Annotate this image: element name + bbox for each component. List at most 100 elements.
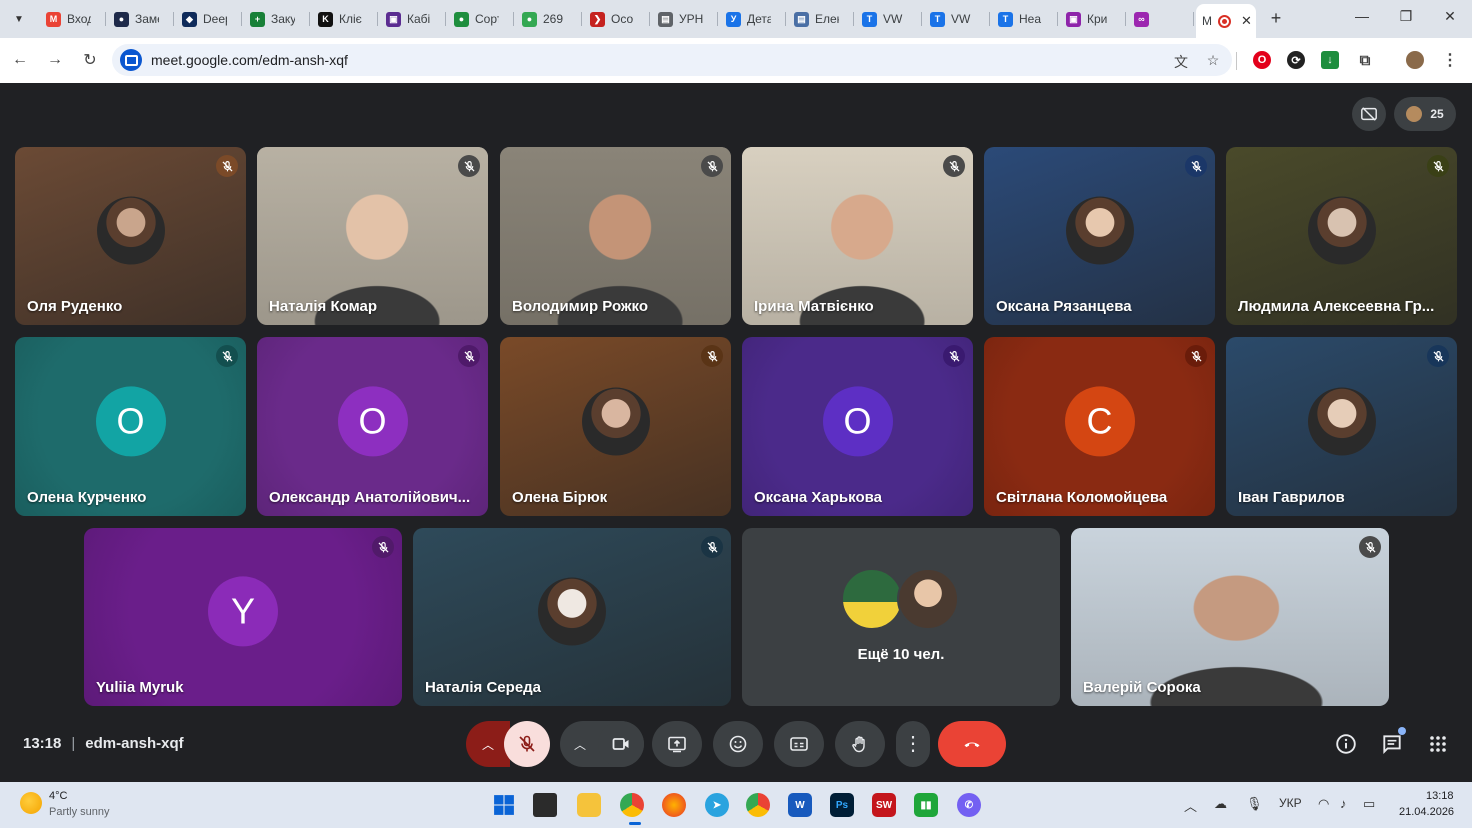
participant-tile[interactable]: О Олена Курченко	[15, 337, 246, 516]
participant-name: Валерій Сорока	[1083, 679, 1201, 696]
browser-tab[interactable]: T VW	[856, 6, 918, 32]
more-participants-tile[interactable]: Ещё 10 чел.	[742, 528, 1060, 706]
tray-mic-icon[interactable]: 🎙	[1246, 796, 1263, 812]
input-language[interactable]: УКР	[1279, 796, 1302, 810]
chat-button[interactable]	[1380, 727, 1406, 756]
participant-tile[interactable]: Наталія Комар	[257, 147, 488, 325]
browser-tab[interactable]: + Заку	[244, 6, 306, 32]
task-view-icon[interactable]	[533, 793, 557, 817]
tab-active-meet[interactable]: M ✕	[1196, 4, 1256, 38]
participants-button[interactable]: 25	[1394, 97, 1456, 131]
browser-tab[interactable]: ▣ Кабі	[380, 6, 442, 32]
tray-cloud-icon[interactable]: ☁	[1214, 796, 1227, 812]
tab-favicon-icon: ▤	[794, 11, 809, 27]
sync-extension-icon[interactable]: ⟳	[1287, 51, 1305, 69]
browser-tab[interactable]: ◆ Deep	[176, 6, 238, 32]
raise-hand-button[interactable]	[835, 721, 885, 767]
browser-tab[interactable]: ▣ Кри	[1060, 6, 1122, 32]
weather-sun-icon[interactable]	[20, 792, 42, 814]
browser-tab[interactable]: ∞	[1128, 6, 1190, 32]
activities-button[interactable]	[1426, 732, 1450, 756]
participant-tile[interactable]: Наталія Середа	[413, 528, 731, 706]
battery-icon[interactable]: ▭	[1363, 796, 1375, 812]
browser-menu-icon[interactable]: ⋮	[1441, 51, 1459, 69]
tab-separator	[1057, 12, 1058, 26]
browser-tab[interactable]: У Дета	[720, 6, 782, 32]
restore-button[interactable]: ❐	[1396, 8, 1416, 25]
browser-tab[interactable]: ● Заме	[108, 6, 170, 32]
participant-tile[interactable]: Олена Бірюк	[500, 337, 731, 516]
participant-tile[interactable]: Людмила Алексеевна Гр...	[1226, 147, 1457, 325]
tab-search-chevron-icon[interactable]: ▼	[8, 8, 30, 30]
reload-button[interactable]: ↻	[80, 50, 100, 70]
participant-name: Людмила Алексеевна Гр...	[1238, 298, 1435, 315]
close-tab-icon[interactable]: ✕	[1241, 13, 1252, 29]
camera-toggle-button[interactable]	[598, 721, 644, 767]
forward-button[interactable]: →	[45, 50, 65, 70]
clock-date[interactable]: 21.04.2026	[1399, 806, 1454, 818]
url-text[interactable]: meet.google.com/edm-ansh-xqf	[151, 52, 348, 68]
word-icon[interactable]: W	[788, 793, 812, 817]
download-extension-icon[interactable]: ↓	[1321, 51, 1339, 69]
chrome-icon[interactable]	[620, 793, 644, 817]
browser-tab[interactable]: ▤ Елек	[788, 6, 850, 32]
omnibox[interactable]: meet.google.com/edm-ansh-xqf 文 ☆	[112, 44, 1232, 76]
telegram-icon[interactable]: ➤	[705, 793, 729, 817]
captions-off-icon[interactable]	[1352, 97, 1386, 131]
weather-description[interactable]: Partly sunny	[49, 806, 110, 818]
browser-tab[interactable]: M Вход	[40, 6, 102, 32]
sw-app-icon[interactable]: SW	[872, 793, 896, 817]
close-window-button[interactable]: ✕	[1440, 8, 1460, 25]
new-tab-button[interactable]: +	[1268, 8, 1284, 29]
captions-button[interactable]	[774, 721, 824, 767]
more-vert-icon: ⋮	[903, 733, 923, 755]
profile-avatar[interactable]	[1406, 51, 1424, 69]
green-app-icon[interactable]: ▮▮	[914, 793, 938, 817]
meet-site-icon[interactable]	[120, 49, 142, 71]
clock-time[interactable]: 13:18	[1426, 790, 1454, 802]
photoshop-icon[interactable]: Ps	[830, 793, 854, 817]
camera-options-chevron[interactable]: ︿	[574, 736, 586, 753]
bookmark-star-icon[interactable]: ☆	[1204, 52, 1222, 69]
browser-tab[interactable]: ▤ УРН	[652, 6, 714, 32]
present-screen-button[interactable]	[652, 721, 702, 767]
browser-tab[interactable]: T Неа	[992, 6, 1054, 32]
tab-separator	[445, 12, 446, 26]
translate-icon[interactable]: 文	[1172, 52, 1190, 72]
mic-toggle-button[interactable]	[504, 721, 550, 767]
reactions-button[interactable]	[713, 721, 763, 767]
participant-tile[interactable]: Володимир Рожко	[500, 147, 731, 325]
extensions-puzzle-icon[interactable]: ⧉	[1356, 51, 1374, 69]
chrome-profile-icon[interactable]	[746, 793, 770, 817]
volume-icon[interactable]: ♪	[1340, 796, 1347, 811]
participant-tile[interactable]: Іван Гаврилов	[1226, 337, 1457, 516]
browser-tab[interactable]: ● Сорт	[448, 6, 510, 32]
participant-tile[interactable]: С Світлана Коломойцева	[984, 337, 1215, 516]
browser-tab[interactable]: T VW	[924, 6, 986, 32]
minimize-button[interactable]: —	[1352, 8, 1372, 24]
wifi-icon[interactable]: ◠	[1318, 796, 1329, 812]
more-options-button[interactable]: ⋮	[896, 721, 930, 767]
browser-tab[interactable]: K Кліє	[312, 6, 374, 32]
participant-tile[interactable]: Валерій Сорока	[1071, 528, 1389, 706]
leave-call-button[interactable]	[938, 721, 1006, 767]
viber-icon[interactable]: ✆	[957, 793, 981, 817]
participant-tile[interactable]: Ірина Матвієнко	[742, 147, 973, 325]
firefox-icon[interactable]	[662, 793, 686, 817]
browser-tab[interactable]: ● 269	[516, 6, 578, 32]
participant-tile[interactable]: Оксана Рязанцева	[984, 147, 1215, 325]
start-windows-icon[interactable]	[492, 793, 516, 817]
browser-tab[interactable]: ❯ Осо	[584, 6, 646, 32]
participant-avatar-letter: О	[337, 385, 408, 456]
participant-tile[interactable]: О Оксана Харькова	[742, 337, 973, 516]
back-button[interactable]: ←	[10, 50, 30, 70]
file-explorer-icon[interactable]	[577, 793, 601, 817]
participant-tile[interactable]: Y Yuliia Myruk	[84, 528, 402, 706]
tray-overflow-icon[interactable]: ︿	[1184, 796, 1197, 815]
participant-tile[interactable]: О Олександр Анатолійович...	[257, 337, 488, 516]
tab-label: Елек	[815, 12, 839, 26]
participant-tile[interactable]: Оля Руденко	[15, 147, 246, 325]
meeting-details-button[interactable]	[1334, 732, 1358, 756]
weather-temperature[interactable]: 4°C	[49, 790, 67, 802]
opera-extension-icon[interactable]: O	[1253, 51, 1271, 69]
